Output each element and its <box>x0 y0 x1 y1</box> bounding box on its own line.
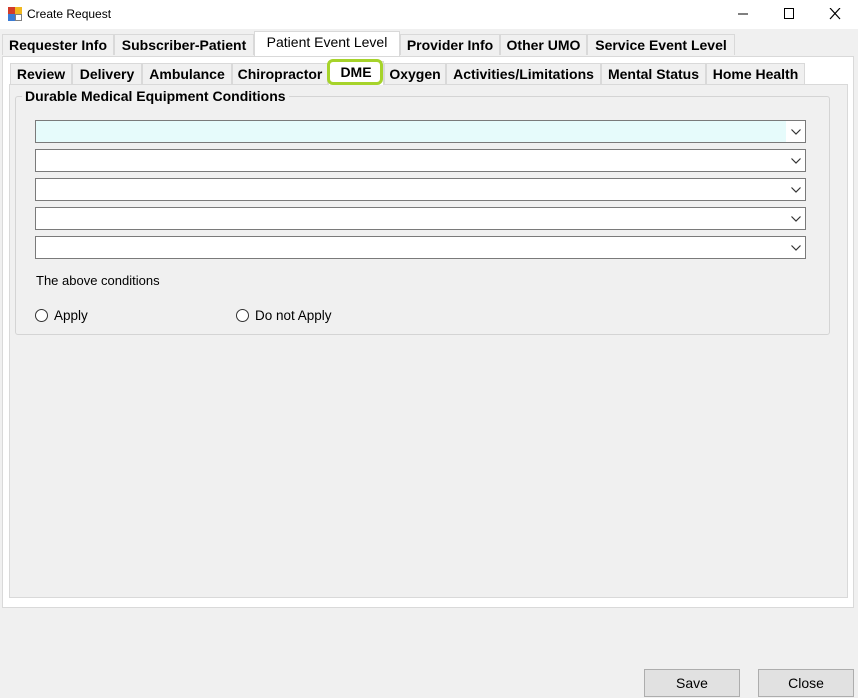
chevron-down-icon[interactable] <box>786 208 805 229</box>
close-icon <box>829 8 841 20</box>
radio-circle[interactable] <box>236 309 249 322</box>
tab-oxygen[interactable]: Oxygen <box>384 63 446 84</box>
tab-patient-event-level[interactable]: Patient Event Level <box>254 31 400 56</box>
condition-select-3[interactable] <box>35 178 806 201</box>
close-window-button[interactable] <box>812 0 858 29</box>
tab-other-umo[interactable]: Other UMO <box>500 34 587 55</box>
tab-mental-status[interactable]: Mental Status <box>601 63 706 84</box>
radio-circle[interactable] <box>35 309 48 322</box>
condition-select-4[interactable] <box>35 207 806 230</box>
chevron-down-icon[interactable] <box>786 121 805 142</box>
chevron-down-icon[interactable] <box>786 150 805 171</box>
tab-review[interactable]: Review <box>10 63 72 84</box>
close-button[interactable]: Close <box>758 669 854 697</box>
group-title: Durable Medical Equipment Conditions <box>22 88 289 104</box>
title-bar: Create Request <box>0 0 858 29</box>
do-not-apply-label[interactable]: Do not Apply <box>255 308 332 323</box>
save-button[interactable]: Save <box>644 669 740 697</box>
maximize-button[interactable] <box>766 0 812 29</box>
app-form-icon <box>8 7 22 21</box>
maximize-icon <box>784 8 794 19</box>
minimize-button[interactable] <box>720 0 766 29</box>
tab-home-health[interactable]: Home Health <box>706 63 805 84</box>
tab-chiropractor[interactable]: Chiropractor <box>232 63 328 84</box>
tab-provider-info[interactable]: Provider Info <box>400 34 500 55</box>
condition-select-5[interactable] <box>35 236 806 259</box>
apply-label[interactable]: Apply <box>54 308 88 323</box>
condition-select-2[interactable] <box>35 149 806 172</box>
conditions-note: The above conditions <box>36 273 160 288</box>
condition-select-1[interactable] <box>35 120 806 143</box>
chevron-down-icon[interactable] <box>786 237 805 258</box>
tab-subscriber-patient[interactable]: Subscriber-Patient <box>114 34 254 55</box>
minimize-icon <box>738 13 748 15</box>
tab-activities-limitations[interactable]: Activities/Limitations <box>446 63 601 84</box>
tab-service-event-level[interactable]: Service Event Level <box>587 34 735 55</box>
chevron-down-icon[interactable] <box>786 179 805 200</box>
window-title: Create Request <box>27 7 112 21</box>
tab-ambulance[interactable]: Ambulance <box>142 63 232 84</box>
tab-delivery[interactable]: Delivery <box>72 63 142 84</box>
tab-dme[interactable]: DME <box>328 61 384 85</box>
tab-requester-info[interactable]: Requester Info <box>2 34 114 55</box>
